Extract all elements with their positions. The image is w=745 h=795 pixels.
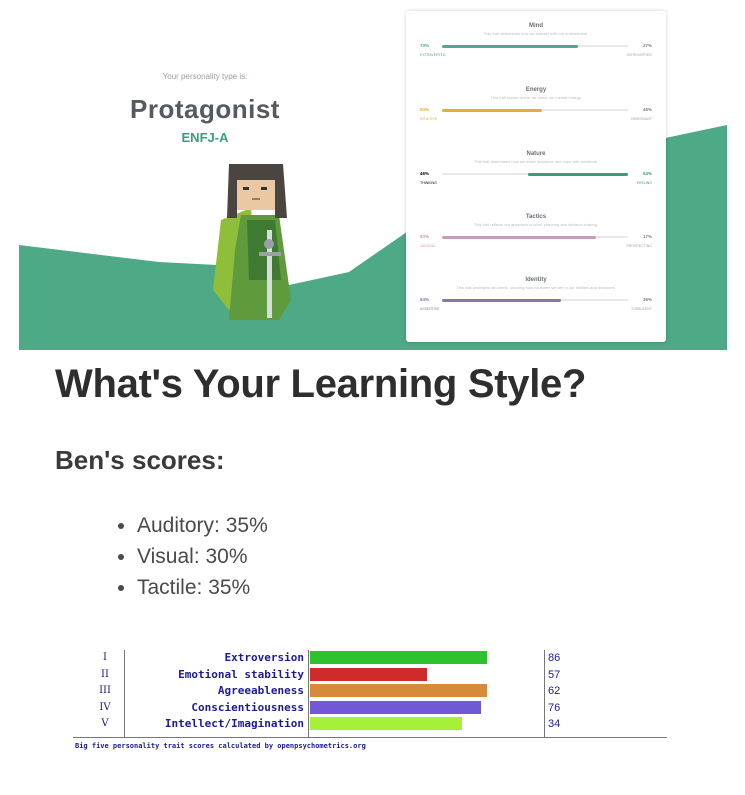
trait-right-percent: 46% xyxy=(642,107,652,112)
trait-bar-track xyxy=(442,44,628,48)
trait-mind: Mind This trait determines how we interac… xyxy=(420,23,652,85)
trait-left-percent: 83% xyxy=(420,234,430,239)
trait-right-percent: 36% xyxy=(642,297,652,302)
trait-bar-fill xyxy=(442,108,542,112)
trait-bar-fill xyxy=(528,172,628,176)
trait-roman-numeral: IV xyxy=(99,701,111,713)
trait-description: This trait determines how we interact wi… xyxy=(483,31,589,36)
personality-type-code: ENFJ-A xyxy=(181,130,229,145)
trait-identity: Identity This trait underpins all others,… xyxy=(420,277,652,339)
trait-label: Emotional stability xyxy=(178,667,304,681)
trait-score-bar xyxy=(310,651,487,664)
type-intro-text: Your personality type is: xyxy=(162,72,248,81)
trait-nature: Nature This trait determines how we make … xyxy=(420,151,652,213)
learning-style-title: What's Your Learning Style? xyxy=(55,362,587,406)
trait-score-bar xyxy=(310,700,481,714)
trait-left-label: INTUITIVE xyxy=(420,117,437,121)
trait-score-value: 76 xyxy=(548,701,561,714)
trait-description: This trait underpins all others, showing… xyxy=(456,285,616,290)
trait-energy: Energy This trait shows where we direct o… xyxy=(420,87,652,149)
trait-name: Tactics xyxy=(525,214,547,220)
scores-heading: Ben's scores: xyxy=(55,445,225,475)
trait-bar-fill xyxy=(442,298,561,302)
trait-roman-numeral: I xyxy=(103,652,107,663)
trait-score-bar xyxy=(310,667,427,681)
trait-label: Intellect/Imagination xyxy=(164,717,304,730)
trait-label: Agreeableness xyxy=(217,684,304,697)
trait-right-label: OBSERVANT xyxy=(630,117,652,121)
protagonist-avatar-illustration xyxy=(213,164,291,320)
trait-bar-track xyxy=(442,298,628,302)
trait-name: Mind xyxy=(529,23,543,29)
list-item: Auditory: 35% xyxy=(137,510,268,541)
trait-bar-track xyxy=(442,235,628,239)
personality-type-name: Protagonist xyxy=(130,94,280,124)
table-row: V Intellect/Imagination 34 xyxy=(0,716,745,732)
trait-score-value: 57 xyxy=(548,668,561,681)
trait-left-percent: 64% xyxy=(420,297,430,302)
trait-right-percent: 17% xyxy=(642,234,652,239)
trait-right-label: FEELING xyxy=(637,181,652,185)
trait-right-label: TURBULENT xyxy=(630,307,652,311)
trait-description: This trait reflects our approach to work… xyxy=(473,222,599,227)
trait-right-label: INTROVERTED xyxy=(626,53,652,57)
trait-score-value: 86 xyxy=(548,652,561,664)
trait-score-value: 34 xyxy=(548,718,561,730)
trait-label: Conscientiousness xyxy=(191,700,304,714)
learning-scores-list: Auditory: 35% Visual: 30% Tactile: 35% xyxy=(110,510,268,603)
trait-description: This trait shows where we direct our men… xyxy=(490,95,582,100)
trait-right-percent: 27% xyxy=(642,43,652,48)
trait-bar-fill xyxy=(442,235,596,239)
big-five-caption: Big five personality trait scores calcul… xyxy=(75,742,366,750)
trait-left-percent: 54% xyxy=(420,107,430,112)
big-five-scores-panel: I Extroversion 86 II Emotional stability 57 II… xyxy=(0,648,745,758)
trait-score-bar xyxy=(310,684,487,697)
trait-left-label: ASSERTIVE xyxy=(420,307,440,311)
list-item: Visual: 30% xyxy=(137,541,268,572)
trait-bar-track xyxy=(442,172,628,176)
trait-name: Identity xyxy=(525,277,547,283)
trait-left-label: THINKING xyxy=(420,181,437,185)
trait-score-bar xyxy=(310,717,462,730)
trait-roman-numeral: II xyxy=(101,668,109,680)
trait-left-label: JUDGING xyxy=(420,244,436,248)
personality-result-panel: Your personality type is: Protagonist EN… xyxy=(19,0,727,350)
traits-card: Mind This trait determines how we interac… xyxy=(406,11,666,342)
trait-name: Energy xyxy=(525,87,547,93)
trait-tactics: Tactics This trait reflects our approach … xyxy=(420,214,652,276)
trait-right-percent: 54% xyxy=(642,171,652,176)
trait-score-value: 62 xyxy=(548,685,561,697)
trait-roman-numeral: V xyxy=(101,718,109,729)
trait-bar-fill xyxy=(442,44,578,48)
trait-right-label: PROSPECTING xyxy=(626,244,652,248)
trait-roman-numeral: III xyxy=(99,685,111,696)
table-row: III Agreeableness 62 xyxy=(0,683,745,699)
trait-left-label: EXTRAVERTED xyxy=(420,53,446,57)
trait-left-percent: 46% xyxy=(420,171,430,176)
table-row: II Emotional stability 57 xyxy=(0,667,745,683)
trait-label: Extroversion xyxy=(224,651,304,664)
table-row: I Extroversion 86 xyxy=(0,650,745,666)
trait-name: Nature xyxy=(526,151,546,157)
table-row: IV Conscientiousness 76 xyxy=(0,700,745,716)
trait-description: This trait determines how we make decisi… xyxy=(474,159,598,164)
trait-left-percent: 73% xyxy=(420,43,430,48)
list-item: Tactile: 35% xyxy=(137,572,268,603)
trait-bar-track xyxy=(442,108,628,112)
table-baseline xyxy=(73,737,667,738)
